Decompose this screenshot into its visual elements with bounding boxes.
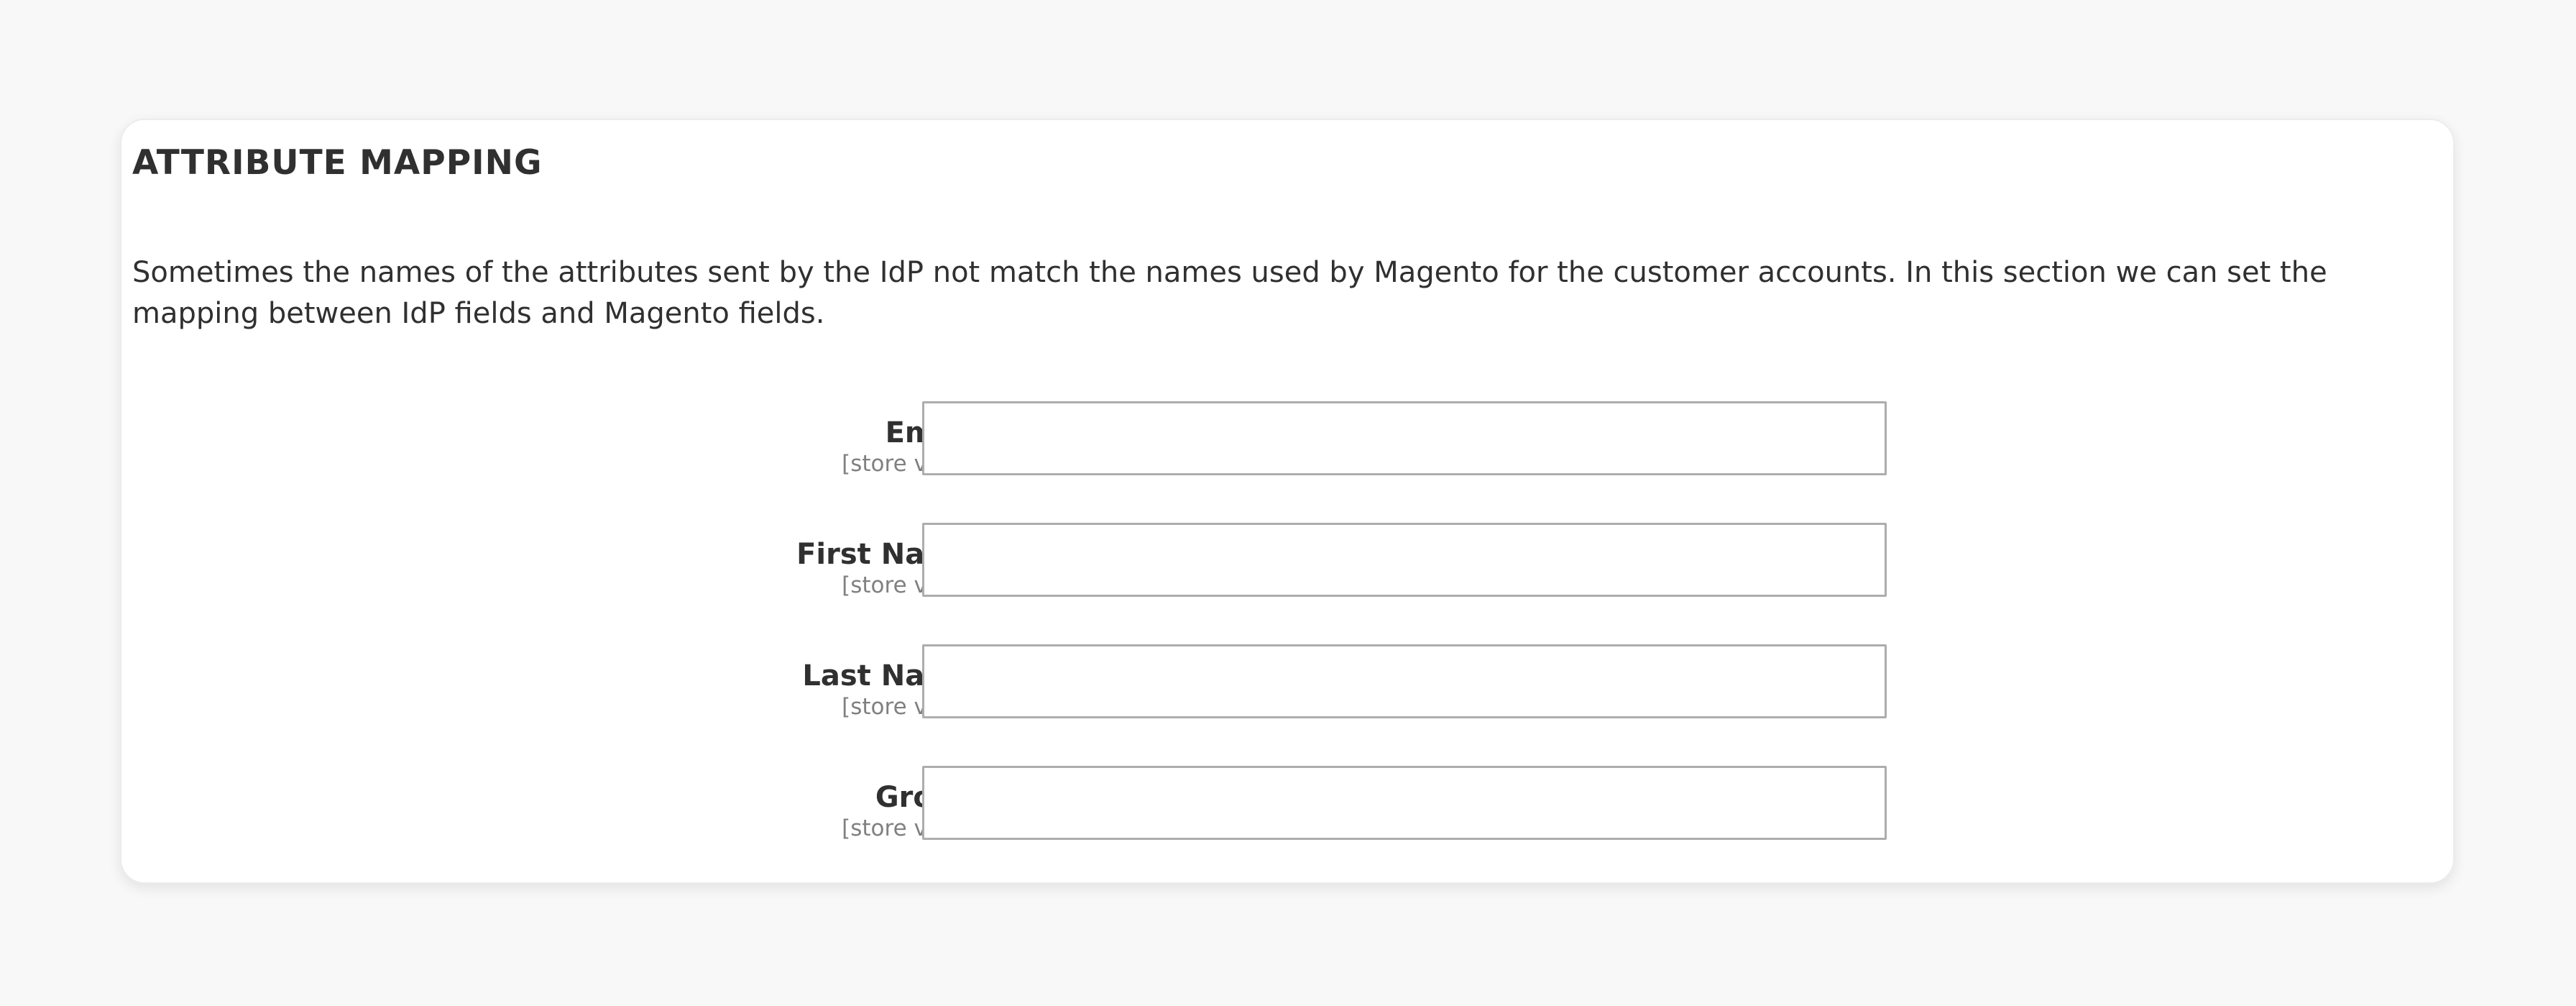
group-input[interactable] [922,766,1887,840]
section-title: ATTRIBUTE MAPPING [132,143,543,183]
field-row-last-name: Last Name [store view] [121,644,2453,721]
section-description: Sometimes the names of the attributes se… [132,256,2327,330]
field-row-email: Email [store view] [121,401,2453,477]
email-input[interactable] [922,401,1887,475]
field-row-group: Group [store view] [121,766,2453,842]
first-name-input[interactable] [922,523,1887,597]
field-row-first-name: First Name [store view] [121,523,2453,599]
last-name-input[interactable] [922,644,1887,718]
attribute-mapping-section: ATTRIBUTE MAPPING Sometimes the names of… [120,119,2455,884]
